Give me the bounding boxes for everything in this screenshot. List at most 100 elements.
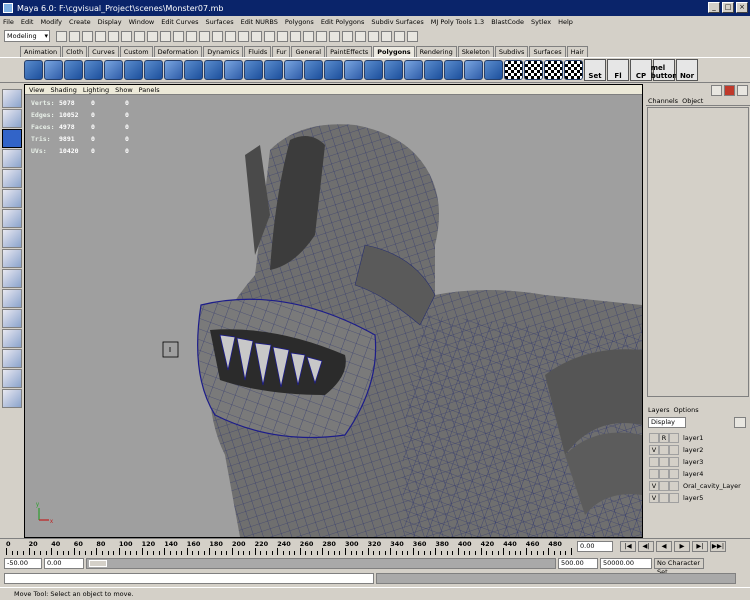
layer-color-swatch[interactable]: [669, 433, 679, 443]
layer-editor-icon[interactable]: [724, 84, 735, 96]
status-tool-icon[interactable]: [199, 30, 210, 42]
minimize-button[interactable]: _: [708, 2, 720, 13]
status-tool-icon[interactable]: [316, 30, 327, 42]
channel-box-body[interactable]: [647, 107, 749, 397]
status-tool-icon[interactable]: [186, 30, 197, 42]
visibility-toggle[interactable]: [649, 433, 659, 443]
menu-edit[interactable]: Edit: [21, 18, 34, 26]
menu-create[interactable]: Create: [69, 18, 91, 26]
range-slider[interactable]: [86, 557, 556, 569]
channel-icon[interactable]: [711, 84, 722, 96]
viewport-menu-panels[interactable]: Panels: [139, 85, 160, 94]
polygon-tool-icon[interactable]: [324, 60, 343, 80]
status-tool-icon[interactable]: [212, 30, 223, 42]
status-tool-icon[interactable]: [329, 30, 340, 42]
polygon-tool-icon[interactable]: [164, 60, 183, 80]
viewport-menu-view[interactable]: View: [29, 85, 44, 94]
channel-menu-channels[interactable]: Channels: [648, 96, 678, 105]
polygon-tool-icon[interactable]: [404, 60, 423, 80]
polygon-tool-icon[interactable]: [384, 60, 403, 80]
layout-single-icon[interactable]: [2, 289, 22, 308]
menu-window[interactable]: Window: [129, 18, 155, 26]
menu-edit-nurbs[interactable]: Edit NURBS: [241, 18, 278, 26]
scale-tool-icon[interactable]: [2, 189, 22, 208]
layer-color-swatch[interactable]: [669, 493, 679, 503]
monster-mesh[interactable]: y x: [25, 95, 642, 537]
manipulator-icon[interactable]: [2, 209, 22, 228]
status-tool-icon[interactable]: [225, 30, 236, 42]
checker-icon[interactable]: [524, 60, 543, 80]
shelf-tab-fur[interactable]: Fur: [272, 46, 291, 57]
status-tool-icon[interactable]: [134, 30, 145, 42]
layer-row[interactable]: layer3: [646, 456, 750, 468]
shelf-button-mel-button[interactable]: mel button: [651, 59, 677, 81]
maximize-button[interactable]: □: [722, 2, 734, 13]
polygon-tool-icon[interactable]: [184, 60, 203, 80]
checker-icon[interactable]: [504, 60, 523, 80]
viewport-menu-shading[interactable]: Shading: [50, 85, 76, 94]
checker-icon[interactable]: [564, 60, 583, 80]
shelf-tab-rendering[interactable]: Rendering: [415, 46, 457, 57]
shelf-tab-polygons[interactable]: Polygons: [373, 46, 415, 57]
polygon-tool-icon[interactable]: [84, 60, 103, 80]
layout-split-icon[interactable]: [2, 329, 22, 348]
shelf-tab-general[interactable]: General: [291, 46, 326, 57]
display-type-toggle[interactable]: [659, 457, 669, 467]
layer-color-swatch[interactable]: [669, 457, 679, 467]
status-tool-icon[interactable]: [394, 30, 405, 42]
playback-start-field[interactable]: 0.00: [44, 557, 84, 569]
polygon-tool-icon[interactable]: [204, 60, 223, 80]
polygon-tool-icon[interactable]: [104, 60, 123, 80]
shelf-tab-hair[interactable]: Hair: [566, 46, 588, 57]
status-tool-icon[interactable]: [56, 30, 67, 42]
layer-color-swatch[interactable]: [669, 469, 679, 479]
display-type-toggle[interactable]: [659, 469, 669, 479]
status-tool-icon[interactable]: [69, 30, 80, 42]
menu-display[interactable]: Display: [98, 18, 122, 26]
layer-row[interactable]: V Oral_cavity_Layer: [646, 480, 750, 492]
display-type-toggle[interactable]: [659, 481, 669, 491]
show-manip-icon[interactable]: [2, 249, 22, 268]
layer-menu-layers[interactable]: Layers: [648, 405, 670, 415]
channel-menu-object[interactable]: Object: [682, 96, 703, 105]
status-tool-icon[interactable]: [290, 30, 301, 42]
shelf-tab-subdivs[interactable]: Subdivs: [494, 46, 529, 57]
lasso-tool-icon[interactable]: [2, 109, 22, 128]
shelf-tab-fluids[interactable]: Fluids: [244, 46, 272, 57]
polygon-tool-icon[interactable]: [484, 60, 503, 80]
last-tool-icon[interactable]: [2, 269, 22, 288]
shelf-tab-cloth[interactable]: Cloth: [62, 46, 88, 57]
shelf-tab-painteffects[interactable]: PaintEffects: [326, 46, 373, 57]
status-tool-icon[interactable]: [264, 30, 275, 42]
playback-button-icon[interactable]: |◀: [620, 541, 636, 552]
layer-row[interactable]: Vlayer5: [646, 492, 750, 504]
status-tool-icon[interactable]: [342, 30, 353, 42]
viewport-panel[interactable]: View Shading Lighting Show Panels y x Ve…: [24, 84, 643, 538]
menu-subdiv-surfaces[interactable]: Subdiv Surfaces: [371, 18, 423, 26]
polygon-tool-icon[interactable]: [364, 60, 383, 80]
menu-modify[interactable]: Modify: [40, 18, 62, 26]
status-tool-icon[interactable]: [355, 30, 366, 42]
polygon-tool-icon[interactable]: [464, 60, 483, 80]
paint-select-icon[interactable]: [2, 129, 22, 148]
status-tool-icon[interactable]: [121, 30, 132, 42]
polygon-tool-icon[interactable]: [44, 60, 63, 80]
status-tool-icon[interactable]: [303, 30, 314, 42]
playback-button-icon[interactable]: ◀|: [638, 541, 654, 552]
shelf-tab-skeleton[interactable]: Skeleton: [457, 46, 494, 57]
attribute-icon[interactable]: [737, 84, 748, 96]
menu-surfaces[interactable]: Surfaces: [205, 18, 233, 26]
polygon-tool-icon[interactable]: [224, 60, 243, 80]
layer-color-swatch[interactable]: [669, 481, 679, 491]
layer-row[interactable]: layer4: [646, 468, 750, 480]
visibility-toggle[interactable]: V: [649, 445, 659, 455]
status-tool-icon[interactable]: [381, 30, 392, 42]
visibility-toggle[interactable]: [649, 457, 659, 467]
polygon-tool-icon[interactable]: [344, 60, 363, 80]
playback-end-field[interactable]: 500.00: [558, 557, 598, 569]
status-tool-icon[interactable]: [147, 30, 158, 42]
polygon-tool-icon[interactable]: [304, 60, 323, 80]
menu-edit-polygons[interactable]: Edit Polygons: [321, 18, 365, 26]
checker-icon[interactable]: [544, 60, 563, 80]
polygon-tool-icon[interactable]: [64, 60, 83, 80]
